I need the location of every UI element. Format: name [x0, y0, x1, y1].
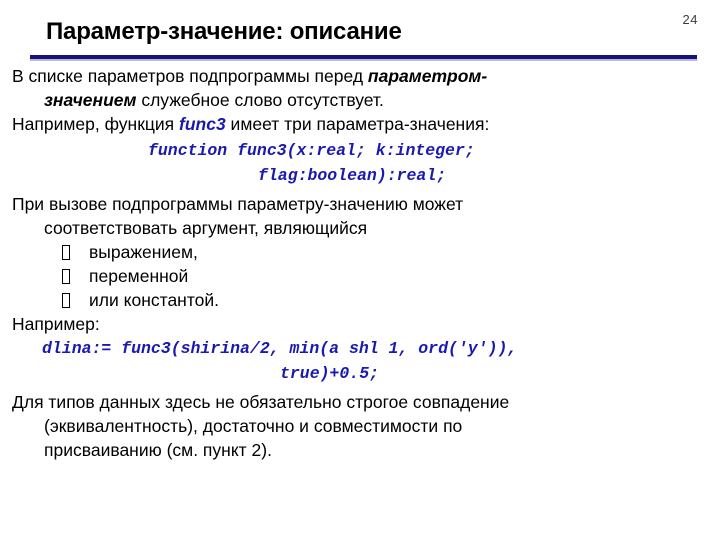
paragraph-type-compat-line3: присваиванию (см. пункт 2).: [44, 440, 272, 460]
paragraph-definition-line2: значением служебное слово отсутствует.: [12, 88, 706, 112]
paragraph-type-compat-line1: Для типов данных здесь не обязательно ст…: [12, 392, 510, 412]
missing-glyph-box-icon: [62, 293, 70, 308]
code-declaration-line-2: flag:boolean):real;: [258, 166, 447, 185]
code-block-call: dlina:= func3(shirina/2, min(a shl 1, or…: [0, 336, 720, 386]
paragraph-type-compat: Для типов данных здесь не обязательно ст…: [0, 390, 720, 462]
paragraph-example-label: Например:: [12, 314, 100, 334]
paragraph-call-rules-line1: При вызове подпрограммы параметру-значен…: [12, 194, 464, 214]
code-block-declaration: function func3(x:real; k:integer; flag:bo…: [0, 138, 720, 188]
list-item-label: выражением,: [89, 242, 198, 262]
argument-kinds-list: выражением, переменной или константой.: [0, 240, 720, 312]
code-call-line-2: true)+0.5;: [280, 364, 380, 383]
list-item: выражением,: [62, 240, 720, 264]
paragraph-call-rules: При вызове подпрограммы параметру-значен…: [0, 192, 720, 240]
function-name-inline: func3: [179, 114, 226, 134]
list-item: или константой.: [62, 288, 720, 312]
page-title: Параметр-значение: описание: [46, 18, 402, 45]
slide-number: 24: [682, 12, 698, 27]
code-declaration-line-1: function func3(x:real; k:integer;: [148, 141, 475, 160]
code-call-line-1: dlina:= func3(shirina/2, min(a shl 1, or…: [42, 339, 518, 358]
paragraph-definition-emph-b: значением: [44, 90, 137, 110]
missing-glyph-box-icon: [62, 269, 70, 284]
list-item: переменной: [62, 264, 720, 288]
list-item-label: переменной: [89, 266, 189, 286]
title-divider-shadow: [30, 59, 697, 61]
missing-glyph-box-icon: [62, 245, 70, 260]
paragraph-example-intro: Например, функция func3 имеет три параме…: [0, 112, 720, 136]
list-item-label: или константой.: [89, 290, 220, 310]
paragraph-example-intro-a: Например, функция: [12, 114, 179, 134]
paragraph-type-compat-line2: (эквивалентность), достаточно и совмести…: [44, 416, 463, 436]
paragraph-definition-text-a: В списке параметров подпрограммы перед: [12, 66, 368, 86]
paragraph-example-intro-c: имеет три параметра-значения:: [225, 114, 490, 134]
paragraph-definition: В списке параметров подпрограммы перед п…: [0, 64, 720, 112]
paragraph-definition-emph-a: параметром-: [367, 66, 488, 86]
slide: 24 Параметр-значение: описание В списке …: [0, 0, 720, 540]
paragraph-definition-text-b: служебное слово отсутствует.: [136, 90, 384, 110]
paragraph-call-rules-line2: соответствовать аргумент, являющийся: [44, 218, 368, 238]
slide-body: В списке параметров подпрограммы перед п…: [0, 64, 720, 462]
